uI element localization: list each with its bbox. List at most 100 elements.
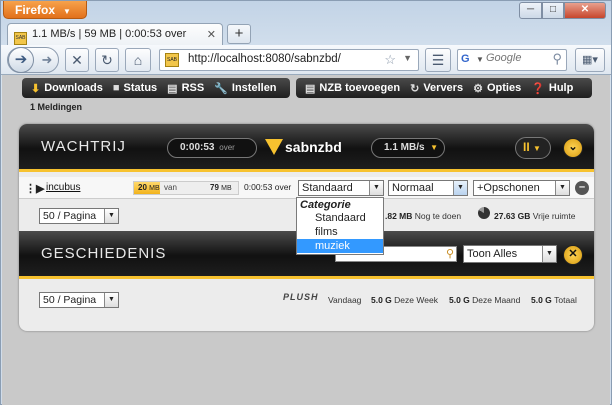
chevron-down-icon: ▼ [533, 144, 541, 153]
stat-label: Totaal [554, 295, 577, 305]
category-option-muziek[interactable]: muziek [297, 239, 383, 253]
nav-nzb-toevoegen[interactable]: ▤ NZB toevoegen [300, 82, 405, 95]
stat-value: 5.0 G [449, 295, 470, 305]
priority-select[interactable]: Normaal ▼ [388, 180, 468, 196]
back-button[interactable]: ➔ [8, 47, 34, 73]
chevron-down-icon: ⌄ [568, 141, 578, 153]
refresh-icon: ↻ [410, 82, 420, 95]
nav-opties[interactable]: ⚙ Opties [468, 82, 526, 95]
nav-hulp[interactable]: ❓ Hulp [526, 82, 578, 95]
nav-label: NZB toevoegen [319, 82, 401, 94]
browser-window: Firefox ▼ ─ □ ✕ SAB 1.1 MB/s | 59 MB | 0:0… [0, 0, 612, 405]
search-icon[interactable]: ⚲ [552, 51, 562, 67]
help-icon: ❓ [531, 82, 545, 95]
speed-limit-pill[interactable]: 1.1 MB/s ▼ [371, 138, 445, 158]
plush-brand: PLUSH [283, 292, 319, 302]
minimize-button[interactable]: ─ [519, 2, 542, 19]
drag-handle-icon[interactable]: ⋮▶ [25, 182, 44, 195]
search-bar[interactable]: G ▼ ⚲ [457, 49, 567, 71]
downloaded-value: 20 [138, 183, 147, 192]
queue-per-page-select[interactable]: 50 / Pagina ▼ [39, 208, 119, 224]
sab-favicon-icon: SAB [165, 53, 179, 67]
reload-button[interactable]: ↻ [95, 48, 119, 72]
job-name[interactable]: incubus [46, 182, 80, 193]
rss-feed-button[interactable]: ☰ [425, 48, 451, 72]
close-tab-icon[interactable]: ✕ [207, 28, 216, 41]
close-icon: ✕ [568, 248, 578, 260]
tab-title: 1.1 MB/s | 59 MB | 0:00:53 over [32, 28, 187, 40]
remaining-value: .82 MB [385, 211, 413, 221]
disk-pie-icon [478, 207, 490, 219]
notifications-link[interactable]: 1 Meldingen [30, 102, 82, 112]
chevron-down-icon[interactable]: ▼ [403, 53, 412, 63]
rss-icon: ▤ [167, 82, 178, 95]
history-footer: 50 / Pagina ▼ PLUSH Vandaag 5.0 G Deze We… [19, 284, 594, 312]
wrench-icon: 🔧 [214, 82, 228, 95]
history-title: GESCHIEDENIS [41, 245, 167, 262]
clear-history-button[interactable]: ✕ [563, 245, 583, 265]
tab-bar: SAB 1.1 MB/s | 59 MB | 0:00:53 over ✕ + [1, 21, 611, 45]
history-per-page-select[interactable]: 50 / Pagina ▼ [39, 292, 119, 308]
options-value: +Opschonen [477, 182, 540, 194]
stat-label: Vandaag [328, 295, 362, 305]
remaining-stat: .82 MB Nog te doen [385, 211, 461, 221]
nav-label: Downloads [44, 82, 103, 94]
category-dropdown-menu: Categorie Standaard films muziek [296, 197, 384, 255]
timeleft-suffix: over [219, 143, 235, 152]
category-option-standaard[interactable]: Standaard [297, 211, 383, 225]
url-bar[interactable]: SAB http://localhost:8080/sabnzbd/ ☆ ▼ [159, 49, 419, 71]
bookmark-star-icon[interactable]: ☆ [384, 52, 396, 68]
chevron-down-icon[interactable]: ▼ [476, 55, 484, 64]
nav-status[interactable]: ■ Status [108, 82, 162, 94]
pause-all-button[interactable]: II ▼ [515, 137, 551, 159]
forward-button[interactable]: ➜ [38, 50, 56, 70]
nav-instellen[interactable]: 🔧 Instellen [209, 82, 281, 95]
nav-label: Status [123, 82, 158, 94]
category-option-films[interactable]: films [297, 225, 383, 239]
bookmarks-menu-button[interactable]: ▦▾ [575, 48, 605, 72]
chevron-down-icon: ▼ [542, 246, 556, 262]
per-page-value: 50 / Pagina [43, 210, 97, 222]
nav-rss[interactable]: ▤ RSS [162, 82, 209, 95]
history-filter-select[interactable]: Toon Alles ▼ [463, 245, 557, 263]
stat-deze-week: 5.0 G Deze Week [371, 295, 438, 305]
stat-value: 5.0 G [371, 295, 392, 305]
browser-tab[interactable]: SAB 1.1 MB/s | 59 MB | 0:00:53 over ✕ [7, 23, 223, 45]
free-value: 27.63 GB [494, 211, 531, 221]
stat-totaal: 5.0 G Totaal [531, 295, 577, 305]
options-select[interactable]: +Opschonen ▼ [473, 180, 570, 196]
action-nav: ▤ NZB toevoegen ↻ Ververs ⚙ Opties ❓ Hulp [296, 78, 592, 98]
stat-value: 5.0 G [531, 295, 552, 305]
sab-favicon-icon: SAB [14, 32, 27, 45]
filter-value: Toon Alles [467, 248, 518, 260]
stat-vandaag: Vandaag [328, 295, 361, 305]
category-select[interactable]: Standaard ▼ [298, 180, 384, 196]
close-window-button[interactable]: ✕ [564, 2, 606, 19]
maximize-button[interactable]: □ [542, 2, 564, 19]
total-unit: MB [221, 185, 232, 192]
sabnzbd-page: ⬇ Downloads ■ Status ▤ RSS 🔧 Instellen ▤ NZB … [2, 75, 610, 405]
queue-options-button[interactable]: ⌄ [563, 138, 583, 158]
search-input[interactable] [486, 52, 546, 64]
navigation-toolbar: ➔ ➜ ✕ ↻ ⌂ SAB http://localhost:8080/sabn… [1, 45, 611, 75]
home-button[interactable]: ⌂ [125, 48, 151, 72]
nav-label: Hulp [548, 82, 574, 94]
chevron-down-icon: ▼ [453, 181, 467, 195]
delete-job-button[interactable]: – [575, 181, 589, 195]
progress-van: van [164, 183, 177, 192]
nav-ververs[interactable]: ↻ Ververs [405, 82, 468, 95]
firefox-menu-label: Firefox [15, 3, 56, 17]
download-icon: ⬇ [31, 82, 41, 95]
chevron-down-icon: ▼ [369, 181, 383, 195]
firefox-menu-button[interactable]: Firefox ▼ [3, 1, 87, 19]
nav-label: Ververs [423, 82, 464, 94]
google-icon[interactable]: G [461, 53, 475, 67]
stop-button[interactable]: ✕ [65, 48, 89, 72]
url-text: http://localhost:8080/sabnzbd/ [188, 53, 341, 65]
nav-downloads[interactable]: ⬇ Downloads [26, 82, 108, 95]
add-file-icon: ▤ [305, 82, 316, 95]
top-menu: ⬇ Downloads ■ Status ▤ RSS 🔧 Instellen ▤ NZB … [22, 78, 592, 98]
new-tab-button[interactable]: + [227, 24, 251, 44]
stat-deze-maand: 5.0 G Deze Maand [449, 295, 520, 305]
chevron-down-icon: ▼ [63, 7, 71, 16]
